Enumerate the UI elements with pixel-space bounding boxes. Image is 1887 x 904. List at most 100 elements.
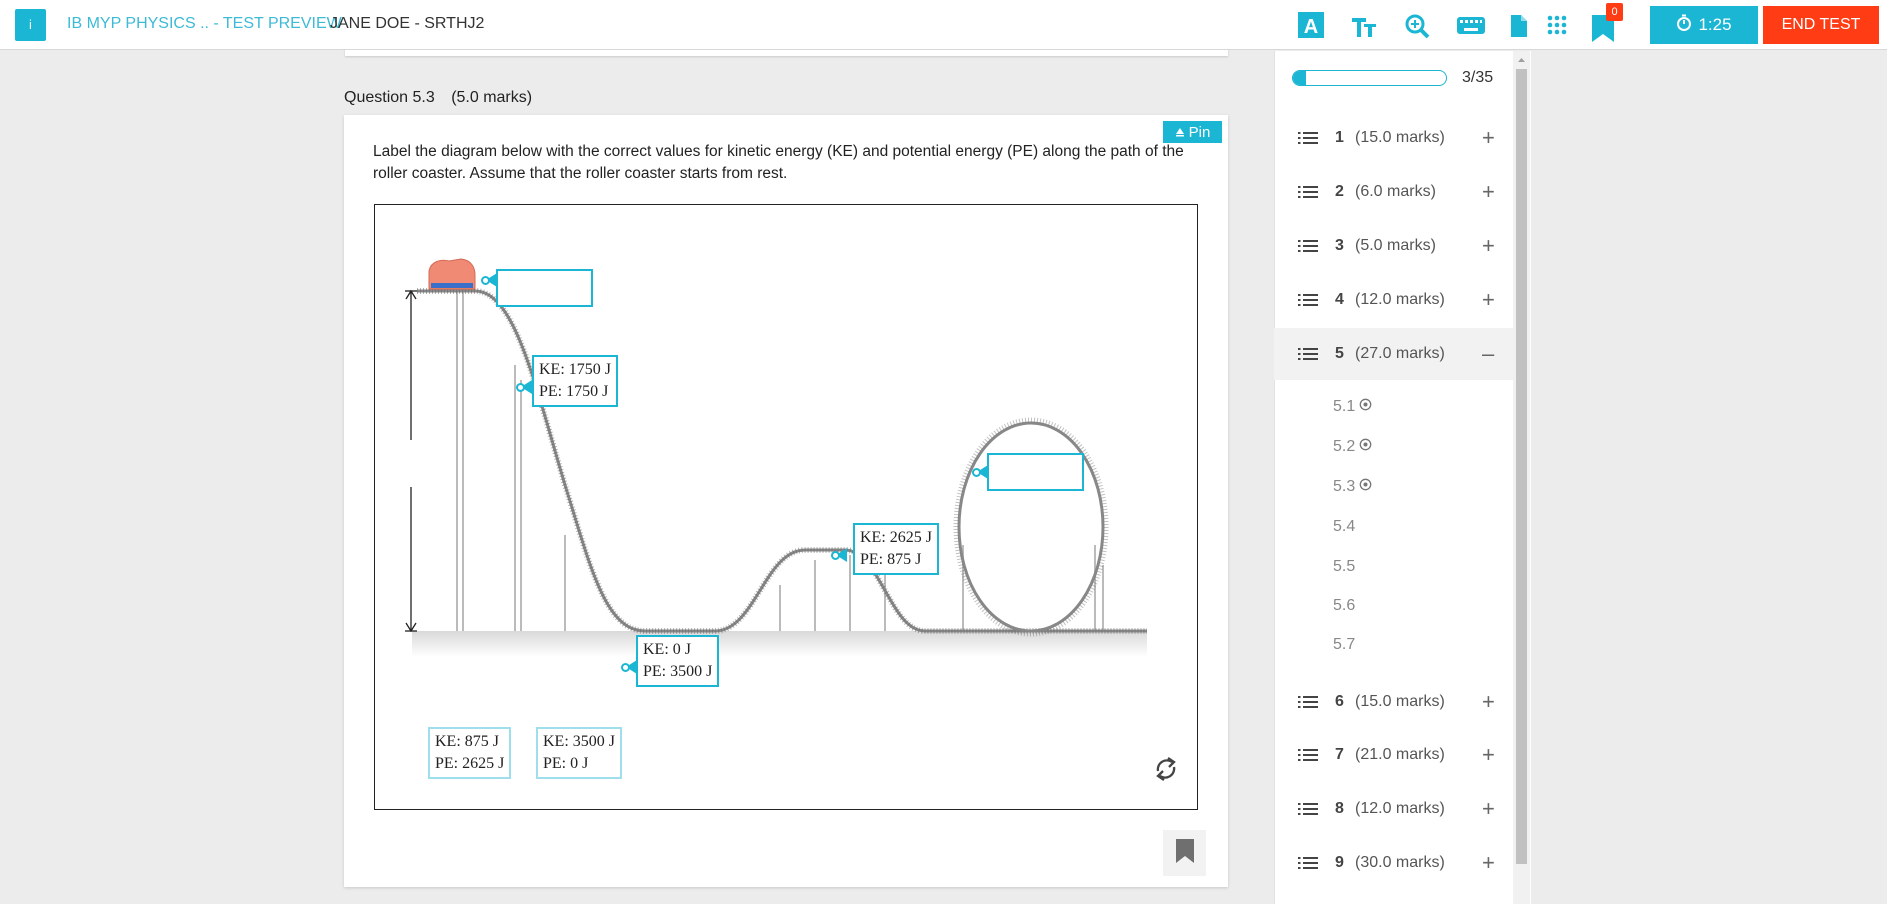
timer-button[interactable]: 1:25 [1650,6,1758,44]
reset-icon[interactable] [1156,757,1176,781]
bookmark-question-button[interactable] [1163,830,1206,876]
sub-question-label: 5.3 [1333,478,1356,495]
list-icon [1298,185,1318,204]
section-8[interactable]: 8 (12.0 marks) + [1274,783,1513,835]
expand-icon[interactable]: + [1482,850,1495,876]
placed-label-2[interactable]: KE: 0 J PE: 3500 J [636,635,720,687]
roller-coaster-diagram: KE: 1750 J PE: 1750 J KE: 0 J PE: 3500 J… [374,204,1198,810]
label-anchor [516,383,525,392]
question-marks: (5.0 marks) [451,89,533,106]
list-icon [1298,856,1318,875]
question-number: Question 5.3 [344,89,435,106]
section-3[interactable]: 3 (5.0 marks) + [1274,220,1513,272]
progress-bar [1292,70,1447,86]
sub-question-5.1[interactable]: 5.1 [1333,398,1372,416]
pin-label: Pin [1188,123,1211,141]
font-size-icon[interactable] [1350,8,1378,42]
sub-question-label: 5.5 [1333,558,1356,575]
pe-value: PE: 2625 J [435,755,505,772]
section-number: 3 [1335,237,1344,254]
progress-fill [1293,71,1307,85]
section-number: 7 [1335,746,1344,763]
placed-label-3[interactable]: KE: 2625 J PE: 875 J [853,523,939,575]
section-marks: (15.0 marks) [1355,129,1445,146]
sub-question-5.2[interactable]: 5.2 [1333,438,1372,456]
section-number: 5 [1335,345,1344,362]
expand-icon[interactable]: + [1482,179,1495,205]
bank-label-2[interactable]: KE: 3500 J PE: 0 J [536,727,622,779]
section-7[interactable]: 7 (21.0 marks) + [1274,729,1513,781]
section-marks: (21.0 marks) [1355,746,1445,763]
section-6[interactable]: 6 (15.0 marks) + [1274,676,1513,728]
section-number: 8 [1335,800,1344,817]
section-marks: (6.0 marks) [1355,183,1436,200]
sub-question-5.5[interactable]: 5.5 [1333,558,1355,576]
ke-value: KE: 2625 J [860,529,932,546]
expand-icon[interactable]: + [1482,796,1495,822]
expand-icon[interactable]: + [1482,742,1495,768]
drop-zone-anchor [481,276,490,285]
sub-question-5.3[interactable]: 5.3 [1333,478,1372,496]
expand-icon[interactable]: + [1482,125,1495,151]
pin-icon [1175,124,1185,141]
expand-icon[interactable]: + [1482,287,1495,313]
section-5[interactable]: 5 (27.0 marks) – [1274,328,1513,380]
pe-value: PE: 3500 J [643,663,713,680]
section-marks: (27.0 marks) [1355,345,1445,362]
sub-question-5.7[interactable]: 5.7 [1333,636,1355,654]
text-style-icon[interactable]: A [1297,8,1325,42]
sub-question-5.6[interactable]: 5.6 [1333,597,1355,615]
collapse-icon[interactable]: – [1482,341,1494,367]
bank-label-1[interactable]: KE: 875 J PE: 2625 J [428,727,512,779]
zoom-icon[interactable] [1403,8,1431,42]
drop-zone-loop[interactable] [987,453,1084,491]
ke-value: KE: 0 J [643,641,691,658]
label-anchor [831,551,840,560]
drop-zone-start[interactable] [496,269,593,307]
scroll-up-icon[interactable] [1513,54,1530,66]
section-marks: (12.0 marks) [1355,291,1445,308]
section-1[interactable]: 1 (15.0 marks) + [1274,112,1513,164]
user-name: JANE DOE - SRTHJ2 [330,15,485,32]
section-marks: (12.0 marks) [1355,800,1445,817]
sidebar-scrollbar[interactable] [1513,51,1530,904]
section-marks: (15.0 marks) [1355,693,1445,710]
question-text: Label the diagram below with the correct… [373,143,1184,182]
top-bar: i IB MYP PHYSICS .. - TEST PREVIEW JANE … [0,0,1887,50]
list-icon [1298,748,1318,767]
ke-value: KE: 1750 J [539,361,611,378]
bookmark-count-badge: 0 [1606,3,1623,21]
grid-icon[interactable] [1545,8,1569,42]
progress-text: 3/35 [1462,69,1494,86]
end-test-button[interactable]: END TEST [1763,6,1879,44]
sub-question-label: 5.2 [1333,438,1356,455]
pe-value: PE: 875 J [860,551,922,568]
scrollbar-thumb[interactable] [1516,69,1527,864]
drop-zone-anchor [972,468,981,477]
sub-question-label: 5.1 [1333,398,1356,415]
section-4[interactable]: 4 (12.0 marks) + [1274,274,1513,326]
label-anchor [621,663,630,672]
ke-value: KE: 875 J [435,733,499,750]
test-title: IB MYP PHYSICS .. - TEST PREVIEW [67,15,342,32]
section-number: 6 [1335,693,1344,710]
section-marks: (5.0 marks) [1355,237,1436,254]
placed-label-1[interactable]: KE: 1750 J PE: 1750 J [532,355,618,407]
section-2[interactable]: 2 (6.0 marks) + [1274,166,1513,218]
keyboard-icon[interactable] [1456,8,1486,42]
section-number: 2 [1335,183,1344,200]
expand-icon[interactable]: + [1482,233,1495,259]
sub-question-5.4[interactable]: 5.4 [1333,518,1355,536]
sub-question-label: 5.7 [1333,636,1356,653]
coaster-car [428,258,476,290]
pe-value: PE: 0 J [543,755,589,772]
ke-value: KE: 3500 J [543,733,615,750]
section-9[interactable]: 9 (30.0 marks) + [1274,837,1513,889]
height-arrow [405,289,417,633]
pin-button[interactable]: Pin [1163,121,1222,143]
list-icon [1298,131,1318,150]
timer-value: 1:25 [1698,15,1732,34]
app-menu-button[interactable]: i [15,9,46,41]
document-icon[interactable] [1508,8,1530,42]
expand-icon[interactable]: + [1482,689,1495,715]
